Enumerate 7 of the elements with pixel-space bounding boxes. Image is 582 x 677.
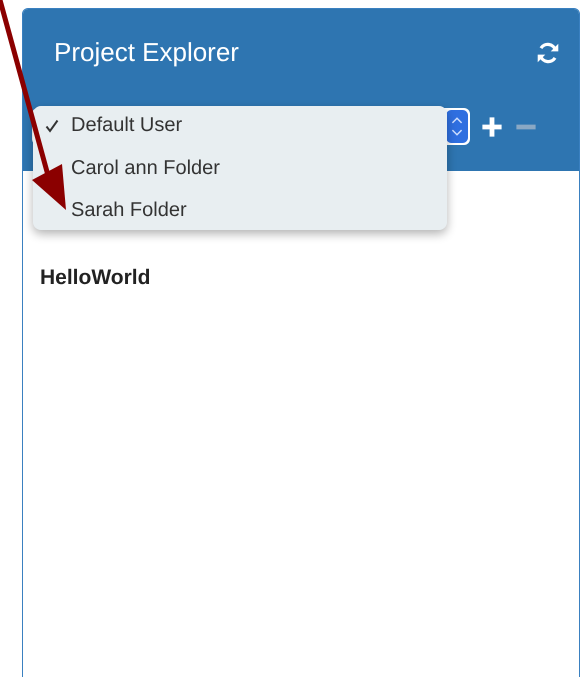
menu-item[interactable]: Default User: [71, 114, 182, 137]
stepper-icon: [446, 110, 468, 143]
menu-item[interactable]: Carol ann Folder: [71, 156, 220, 180]
menu-item[interactable]: Sarah Folder: [71, 199, 187, 222]
plus-icon[interactable]: [480, 114, 504, 138]
tree-item[interactable]: HelloWorld: [40, 266, 562, 290]
panel-title: Project Explorer: [54, 37, 239, 68]
